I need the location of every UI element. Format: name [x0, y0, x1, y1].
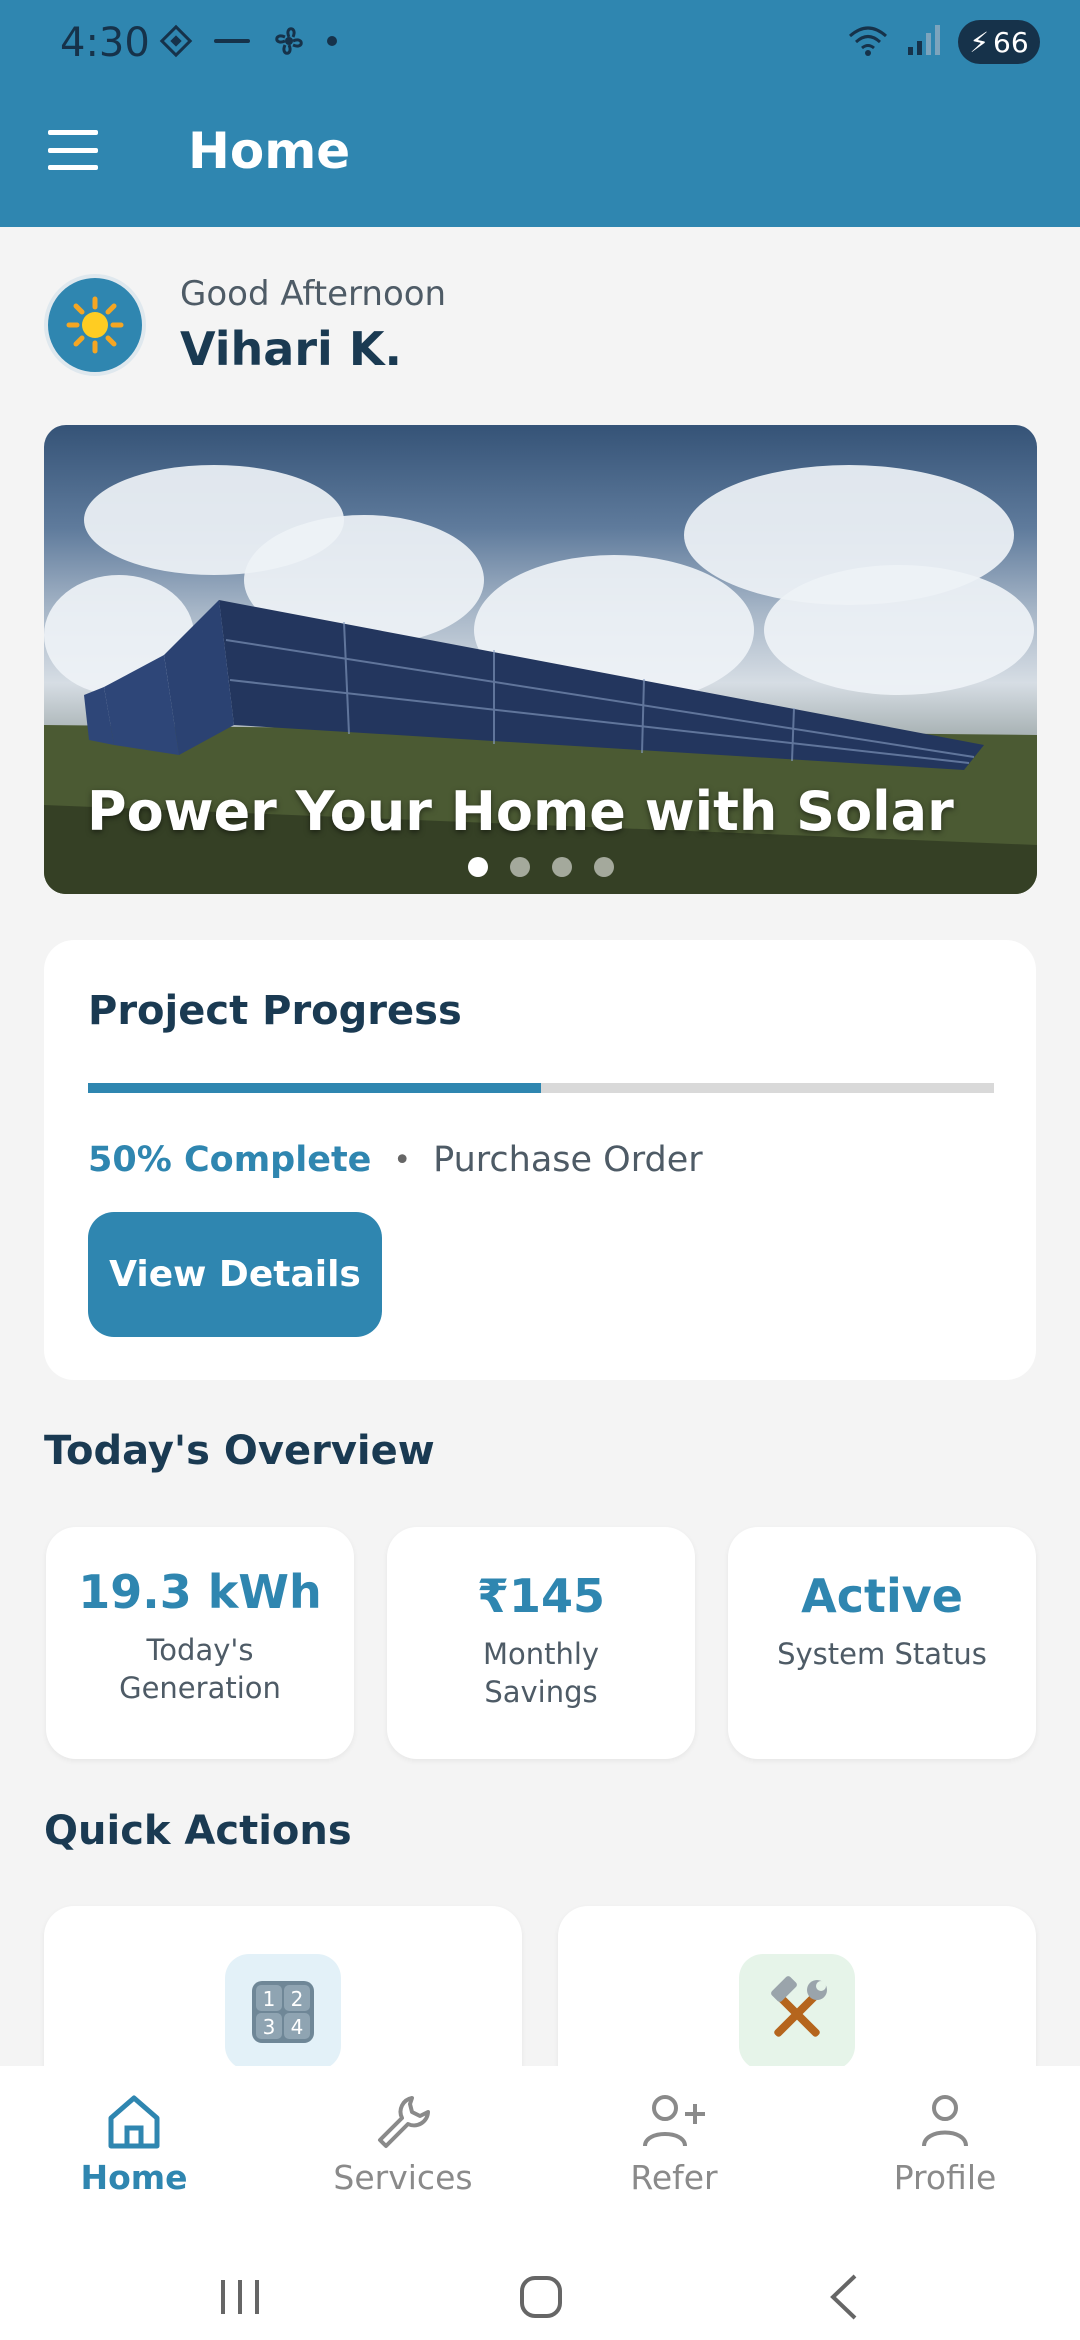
- view-details-button[interactable]: View Details: [88, 1212, 382, 1337]
- banner-title: Power Your Home with Solar: [87, 780, 954, 843]
- page-title: Home: [188, 122, 351, 180]
- project-progress-card: Project Progress 50% Complete • Purchase…: [44, 940, 1036, 1380]
- avatar[interactable]: [44, 274, 146, 376]
- overview-label: System Status: [777, 1637, 987, 1671]
- status-separator: •: [393, 1142, 412, 1178]
- recent-apps-icon[interactable]: [215, 2276, 265, 2318]
- menu-icon[interactable]: [48, 130, 98, 170]
- tools-icon: [739, 1954, 855, 2070]
- status-time: 4:30: [60, 20, 150, 66]
- nav-label: Home: [80, 2158, 188, 2197]
- overview-title: Today's Overview: [44, 1428, 435, 1474]
- overview-label: Monthly Savings: [482, 1637, 600, 1709]
- back-icon[interactable]: [825, 2272, 861, 2322]
- app-header: 4:30 ⚡ 66 Home: [0, 0, 1080, 227]
- svg-text:3: 3: [263, 2015, 276, 2039]
- fan-app-icon: [270, 22, 308, 60]
- nav-profile[interactable]: Profile: [845, 2086, 1045, 2197]
- overview-label: Today's Generation: [119, 1633, 281, 1705]
- battery-indicator: ⚡ 66: [958, 20, 1040, 64]
- wifi-icon: [846, 22, 890, 62]
- notification-icons: [158, 22, 338, 60]
- more-dot-icon: [326, 35, 338, 47]
- system-navigation-bar: [0, 2262, 1080, 2332]
- overview-value: ₹145: [476, 1569, 606, 1623]
- sun-icon: [66, 296, 124, 354]
- nav-label: Services: [333, 2158, 473, 2197]
- carousel-dot[interactable]: [593, 857, 614, 877]
- zomato-app-icon: [212, 31, 252, 51]
- progress-title: Project Progress: [88, 988, 462, 1034]
- home-icon: [34, 2086, 234, 2156]
- carousel-dot-active[interactable]: [467, 857, 488, 877]
- nav-refer[interactable]: Refer: [574, 2086, 774, 2197]
- user-name: Vihari K.: [180, 322, 402, 376]
- person-icon: [845, 2086, 1045, 2156]
- progress-percent: 50% Complete: [88, 1140, 372, 1180]
- bottom-navigation: Home Services Refer Profile: [0, 2066, 1080, 2340]
- progress-stage: Purchase Order: [433, 1140, 703, 1180]
- svg-text:4: 4: [291, 2015, 304, 2039]
- svg-text:1: 1: [263, 1987, 276, 2011]
- overview-card-status[interactable]: Active System Status: [728, 1527, 1036, 1759]
- carousel-dot[interactable]: [551, 857, 572, 877]
- battery-level: 66: [993, 25, 1029, 59]
- progress-bar: [88, 1083, 994, 1093]
- system-icons: ⚡ 66: [846, 20, 1040, 64]
- carousel-dot[interactable]: [509, 857, 530, 877]
- add-person-icon: [574, 2086, 774, 2156]
- progress-status: 50% Complete • Purchase Order: [88, 1140, 703, 1180]
- greeting-text: Good Afternoon: [180, 274, 447, 314]
- overview-card-generation[interactable]: 19.3 kWh Today's Generation: [46, 1527, 354, 1759]
- nav-services[interactable]: Services: [303, 2086, 503, 2197]
- calculator-icon: 1 2 3 4: [225, 1954, 341, 2070]
- nav-home[interactable]: Home: [34, 2086, 234, 2197]
- charging-bolt-icon: ⚡: [969, 25, 990, 59]
- progress-bar-fill: [88, 1083, 541, 1093]
- carousel-indicator: [44, 857, 1037, 877]
- nav-label: Refer: [630, 2158, 718, 2197]
- diamond-app-icon: [158, 23, 194, 59]
- overview-value: Active: [801, 1569, 963, 1623]
- nav-label: Profile: [893, 2158, 997, 2197]
- quick-actions-title: Quick Actions: [44, 1808, 352, 1854]
- greeting-section: Good Afternoon Vihari K.: [44, 272, 1044, 382]
- promo-banner[interactable]: Power Your Home with Solar: [44, 425, 1037, 894]
- overview-card-savings[interactable]: ₹145 Monthly Savings: [387, 1527, 695, 1759]
- svg-text:2: 2: [291, 1987, 304, 2011]
- home-system-icon[interactable]: [518, 2274, 564, 2320]
- wrench-icon: [303, 2086, 503, 2156]
- overview-value: 19.3 kWh: [78, 1565, 322, 1619]
- signal-icon: [906, 23, 942, 61]
- status-bar: 4:30 ⚡ 66: [0, 0, 1080, 90]
